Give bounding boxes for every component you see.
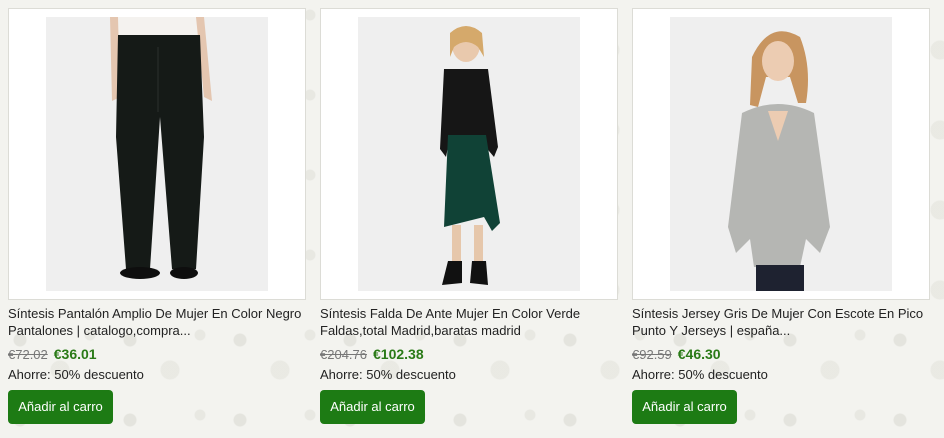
product-title-line1[interactable]: Síntesis Pantalón Amplio De Mujer En Col… — [8, 305, 308, 322]
trousers-illustration — [46, 17, 268, 291]
product-photo-skirt[interactable] — [358, 17, 580, 291]
product-title[interactable]: Síntesis Pantalón Amplio De Mujer En Col… — [8, 305, 308, 339]
price-row: €72.02 €36.01 — [8, 346, 97, 363]
sale-price: €102.38 — [373, 346, 424, 362]
product-photo-sweater[interactable] — [670, 17, 892, 291]
product-title[interactable]: Síntesis Falda De Ante Mujer En Color Ve… — [320, 305, 620, 339]
add-to-cart-button[interactable]: Añadir al carro — [632, 390, 737, 424]
product-title-line1[interactable]: Síntesis Jersey Gris De Mujer Con Escote… — [632, 305, 932, 322]
product-image-frame[interactable] — [8, 8, 306, 300]
product-image-frame[interactable] — [320, 8, 618, 300]
product-card: Síntesis Pantalón Amplio De Mujer En Col… — [8, 0, 308, 438]
add-to-cart-button[interactable]: Añadir al carro — [320, 390, 425, 424]
product-card: Síntesis Falda De Ante Mujer En Color Ve… — [320, 0, 620, 438]
old-price: €72.02 — [8, 347, 48, 362]
old-price: €204.76 — [320, 347, 367, 362]
discount-text: Ahorre: 50% descuento — [8, 367, 144, 382]
product-title-line2[interactable]: Pantalones | catalogo,compra... — [8, 322, 308, 339]
product-title-line1[interactable]: Síntesis Falda De Ante Mujer En Color Ve… — [320, 305, 620, 322]
skirt-illustration — [358, 17, 580, 291]
add-to-cart-button[interactable]: Añadir al carro — [8, 390, 113, 424]
discount-text: Ahorre: 50% descuento — [632, 367, 768, 382]
product-grid: Síntesis Pantalón Amplio De Mujer En Col… — [0, 0, 944, 438]
product-image-frame[interactable] — [632, 8, 930, 300]
price-row: €92.59 €46.30 — [632, 346, 721, 363]
sale-price: €36.01 — [53, 346, 97, 362]
old-price: €92.59 — [632, 347, 672, 362]
product-photo-trousers[interactable] — [46, 17, 268, 291]
discount-text: Ahorre: 50% descuento — [320, 367, 456, 382]
sweater-illustration — [670, 17, 892, 291]
sale-price: €46.30 — [677, 346, 721, 362]
price-row: €204.76 €102.38 — [320, 346, 424, 363]
product-title-line2[interactable]: Faldas,total Madrid,baratas madrid — [320, 322, 620, 339]
product-title[interactable]: Síntesis Jersey Gris De Mujer Con Escote… — [632, 305, 932, 339]
product-title-line2[interactable]: Punto Y Jerseys | españa... — [632, 322, 932, 339]
product-card: Síntesis Jersey Gris De Mujer Con Escote… — [632, 0, 932, 438]
